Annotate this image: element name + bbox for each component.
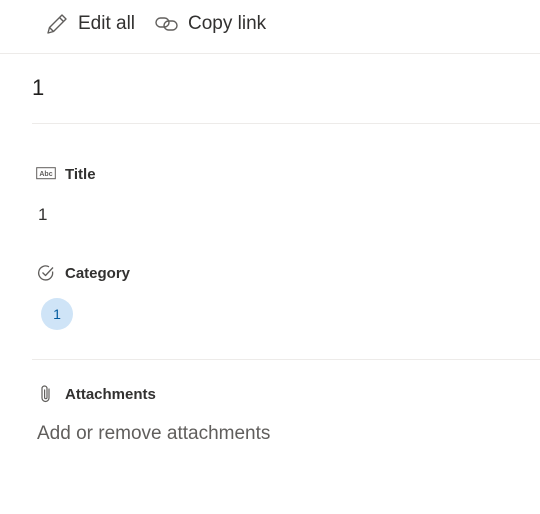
edit-all-label: Edit all <box>78 13 136 34</box>
link-icon <box>154 11 180 37</box>
title-label-text: Title <box>65 165 96 183</box>
edit-all-button[interactable]: Edit all <box>44 6 135 42</box>
command-bar: Edit all Copy link <box>0 0 540 54</box>
copy-link-label: Copy link <box>188 13 267 34</box>
item-title: 1 <box>32 75 45 100</box>
choice-check-icon <box>36 263 56 283</box>
copy-link-button[interactable]: Copy link <box>154 6 266 42</box>
attachments-field-label: Attachments <box>36 384 156 404</box>
category-label-text: Category <box>65 264 131 282</box>
title-field-label: Abc Title <box>36 164 96 184</box>
attachments-label-text: Attachments <box>65 385 156 403</box>
item-details-panel: Edit all Copy link 1 Abc Title 1 Categor… <box>0 0 540 514</box>
title-field-value[interactable]: 1 <box>38 205 47 225</box>
pencil-icon <box>44 11 70 37</box>
text-field-icon: Abc <box>36 164 56 184</box>
section-divider <box>32 359 540 360</box>
paperclip-icon <box>36 384 56 404</box>
category-choice-pill[interactable]: 1 <box>41 298 73 330</box>
svg-text:Abc: Abc <box>39 171 52 178</box>
add-remove-attachments-link[interactable]: Add or remove attachments <box>37 423 270 445</box>
item-header: 1 <box>32 54 540 124</box>
category-field-label: Category <box>36 263 130 283</box>
